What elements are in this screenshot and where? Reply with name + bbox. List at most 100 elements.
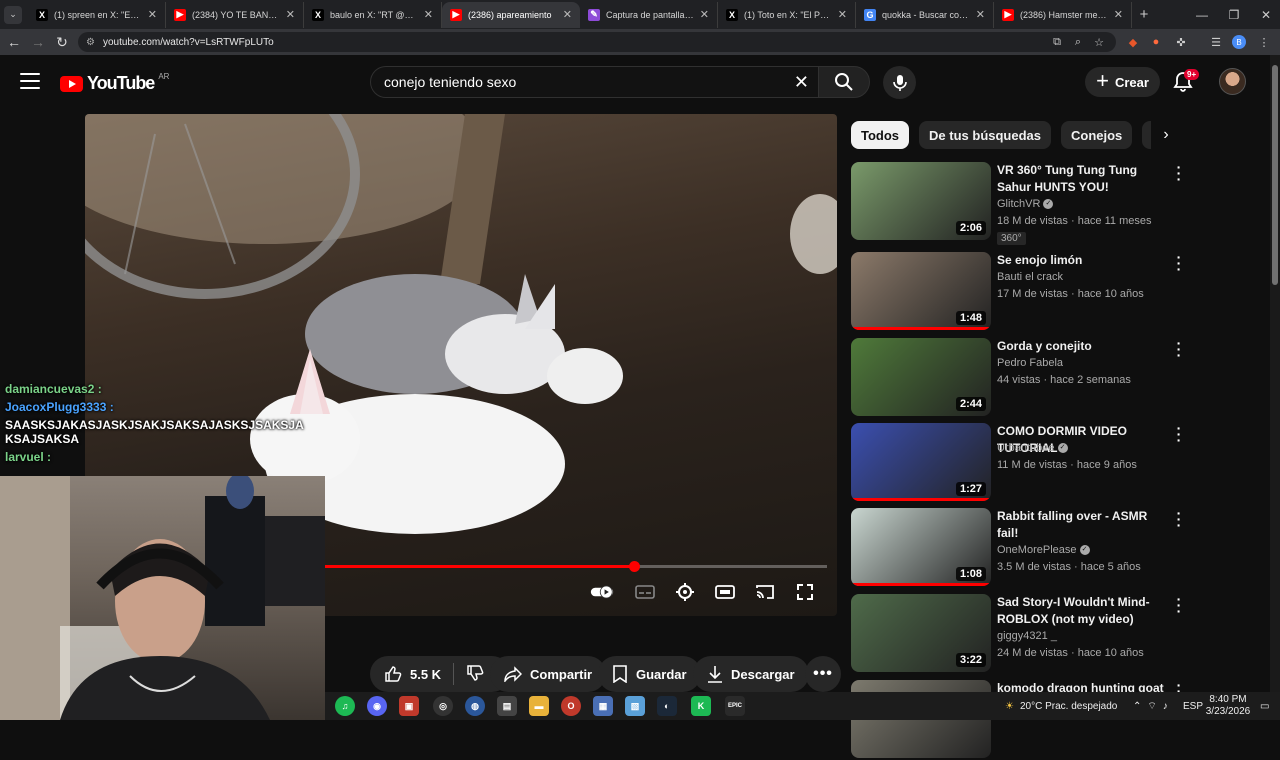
more-vertical-icon[interactable]: ··· bbox=[1173, 592, 1185, 618]
youtube-logo[interactable]: YouTube AR bbox=[60, 72, 169, 94]
notification-center-icon[interactable]: ▭ bbox=[1260, 692, 1269, 720]
video-title[interactable]: Rabbit falling over - ASMR fail! bbox=[997, 508, 1167, 542]
extension-fox-icon[interactable]: ◆ bbox=[1124, 33, 1142, 51]
video-title[interactable]: VR 360° Tung Tung Tung Sahur HUNTS YOU! bbox=[997, 162, 1167, 196]
filter-chip[interactable]: Todos bbox=[851, 121, 910, 149]
video-title[interactable]: Sad Story-I Wouldn't Mind- ROBLOX (not m… bbox=[997, 594, 1167, 628]
settings-button[interactable] bbox=[673, 580, 697, 604]
recommended-video[interactable]: 1:08 Rabbit falling over - ASMR fail! OneM… bbox=[851, 506, 1181, 588]
like-button[interactable]: 5.5 K bbox=[384, 665, 441, 683]
video-thumbnail[interactable]: 1:27 bbox=[851, 423, 991, 501]
filter-chip[interactable]: Conejos bbox=[1061, 121, 1133, 149]
recommended-video[interactable]: 3:22 Sad Story-I Wouldn't Mind- ROBLOX (n… bbox=[851, 592, 1181, 674]
save-button[interactable]: Guardar bbox=[598, 656, 701, 692]
browser-tab[interactable]: Xbaulo en X: "RT @222etc ✕ bbox=[304, 1, 442, 28]
language-indicator[interactable]: ESP bbox=[1183, 692, 1203, 720]
extensions-puzzle-icon[interactable]: ✜ bbox=[1172, 33, 1190, 51]
forward-button[interactable]: → bbox=[26, 34, 50, 50]
video-thumbnail[interactable]: 2:44 bbox=[851, 338, 991, 416]
voice-search-button[interactable] bbox=[883, 66, 916, 99]
browser-tab[interactable]: X (1) Toto en X: "El Pollo Vig ✕ bbox=[718, 1, 856, 28]
close-tab-icon[interactable]: ✕ bbox=[563, 8, 572, 21]
fullscreen-button[interactable] bbox=[793, 580, 817, 604]
clock[interactable]: 8:40 PM 3/23/2026 bbox=[1203, 692, 1253, 720]
scrubber-handle[interactable] bbox=[629, 561, 641, 572]
close-tab-icon[interactable]: ✕ bbox=[700, 8, 709, 21]
site-info-icon[interactable]: ⚙ bbox=[86, 37, 95, 48]
subtitles-button[interactable] bbox=[633, 580, 657, 604]
autoplay-toggle[interactable] bbox=[590, 580, 614, 604]
video-thumbnail[interactable]: 3:22 bbox=[851, 594, 991, 672]
reload-button[interactable]: ↻ bbox=[50, 34, 74, 51]
install-app-icon[interactable]: ⧉ bbox=[1048, 33, 1066, 51]
back-button[interactable]: ← bbox=[2, 34, 26, 50]
close-tab-icon[interactable]: ✕ bbox=[148, 8, 157, 21]
weather-widget[interactable]: ☀ 20°C Prac. despejado bbox=[1005, 692, 1117, 720]
browser-tab[interactable]: ▶ (2386) apareamiento ✕ bbox=[442, 1, 580, 28]
minimize-button[interactable]: — bbox=[1186, 0, 1218, 29]
app-blue-icon[interactable]: ▦ bbox=[593, 696, 613, 716]
chrome-icon[interactable]: ◍ bbox=[465, 696, 485, 716]
more-vertical-icon[interactable]: ··· bbox=[1173, 160, 1185, 186]
video-title[interactable]: Se enojo limón bbox=[997, 252, 1167, 269]
close-tab-icon[interactable]: ✕ bbox=[286, 8, 295, 21]
share-button[interactable]: Compartir bbox=[490, 656, 607, 692]
bookmark-star-icon[interactable]: ☆ bbox=[1090, 33, 1108, 51]
zoom-icon[interactable]: ⌕ bbox=[1069, 33, 1087, 51]
dislike-button[interactable] bbox=[466, 664, 484, 685]
channel-name[interactable]: Urbantubee ✓ bbox=[997, 442, 1068, 454]
cast-button[interactable] bbox=[753, 580, 777, 604]
recommended-video[interactable]: 1:48 Se enojo limón Bauti el crack 17 M de … bbox=[851, 250, 1181, 332]
browser-tab[interactable]: X (1) spreen en X: "EVENTO ✕ bbox=[28, 1, 166, 28]
page-scrollbar[interactable] bbox=[1270, 55, 1280, 695]
close-tab-icon[interactable]: ✕ bbox=[1114, 8, 1123, 21]
more-vertical-icon[interactable]: ··· bbox=[1173, 336, 1185, 362]
channel-name[interactable]: Bauti el crack bbox=[997, 271, 1063, 283]
channel-name[interactable]: giggy4321 _ bbox=[997, 630, 1057, 642]
video-thumbnail[interactable]: 2:06 bbox=[851, 162, 991, 240]
close-tab-icon[interactable]: ✕ bbox=[838, 8, 847, 21]
new-tab-button[interactable]: + bbox=[1132, 6, 1156, 23]
browser-menu-icon[interactable]: ⋮ bbox=[1255, 33, 1273, 51]
more-vertical-icon[interactable]: ··· bbox=[1173, 506, 1185, 532]
maximize-button[interactable]: ❐ bbox=[1218, 0, 1250, 29]
channel-name[interactable]: OneMorePlease ✓ bbox=[997, 544, 1090, 556]
clear-search-icon[interactable]: ✕ bbox=[794, 72, 809, 93]
steam-icon[interactable]: ◐ bbox=[657, 696, 677, 716]
profile-icon[interactable]: B bbox=[1232, 35, 1246, 49]
app-dark-icon[interactable]: ▤ bbox=[497, 696, 517, 716]
app-green-icon[interactable]: K bbox=[691, 696, 711, 716]
channel-name[interactable]: GlitchVR ✓ bbox=[997, 198, 1054, 210]
browser-tab[interactable]: Gquokka - Buscar con Goo ✕ bbox=[856, 1, 994, 28]
more-actions-button[interactable]: ••• bbox=[805, 656, 841, 692]
chip-scroll-right-icon[interactable]: › bbox=[1151, 121, 1181, 149]
scrollbar-thumb[interactable] bbox=[1272, 65, 1278, 285]
app-red-icon[interactable]: ▣ bbox=[399, 696, 419, 716]
guide-menu-icon[interactable] bbox=[20, 73, 40, 89]
search-button[interactable] bbox=[818, 66, 870, 98]
account-avatar[interactable] bbox=[1219, 68, 1246, 95]
opera-icon[interactable]: O bbox=[561, 696, 581, 716]
close-window-button[interactable]: ✕ bbox=[1250, 0, 1280, 29]
filter-chip[interactable]: De tus búsquedas bbox=[919, 121, 1051, 149]
browser-tab[interactable]: ▶ (2384) YO TE BANCO EMI ✕ bbox=[166, 1, 304, 28]
create-button[interactable]: + Crear bbox=[1085, 67, 1160, 97]
video-thumbnail[interactable]: 1:08 bbox=[851, 508, 991, 586]
close-tab-icon[interactable]: ✕ bbox=[424, 8, 433, 21]
video-thumbnail[interactable]: 1:48 bbox=[851, 252, 991, 330]
video-title[interactable]: Gorda y conejito bbox=[997, 338, 1167, 355]
recommended-video[interactable]: 2:06 VR 360° Tung Tung Tung Sahur HUNTS Y… bbox=[851, 160, 1181, 245]
close-tab-icon[interactable]: ✕ bbox=[976, 8, 985, 21]
channel-name[interactable]: Pedro Fabela bbox=[997, 357, 1063, 369]
system-tray-icons[interactable]: ⌃ ⌔ ♪ bbox=[1133, 692, 1168, 720]
recommended-video[interactable]: 2:44 Gorda y conejito Pedro Fabela 44 vista… bbox=[851, 336, 1181, 418]
spotify-icon[interactable]: ♫ bbox=[335, 696, 355, 716]
file-explorer-icon[interactable]: ▬ bbox=[529, 696, 549, 716]
extension-color-icon[interactable]: ● bbox=[1147, 33, 1165, 51]
more-vertical-icon[interactable]: ··· bbox=[1173, 421, 1185, 447]
more-vertical-icon[interactable]: ··· bbox=[1173, 250, 1185, 276]
browser-tab[interactable]: ▶ (2386) Hamster meets Gu ✕ bbox=[994, 1, 1132, 28]
discord-icon[interactable]: ◉ bbox=[367, 696, 387, 716]
browser-tab[interactable]: ✎ Captura de pantalla por L ✕ bbox=[580, 1, 718, 28]
tab-search-button[interactable]: ⌄ bbox=[4, 5, 22, 24]
